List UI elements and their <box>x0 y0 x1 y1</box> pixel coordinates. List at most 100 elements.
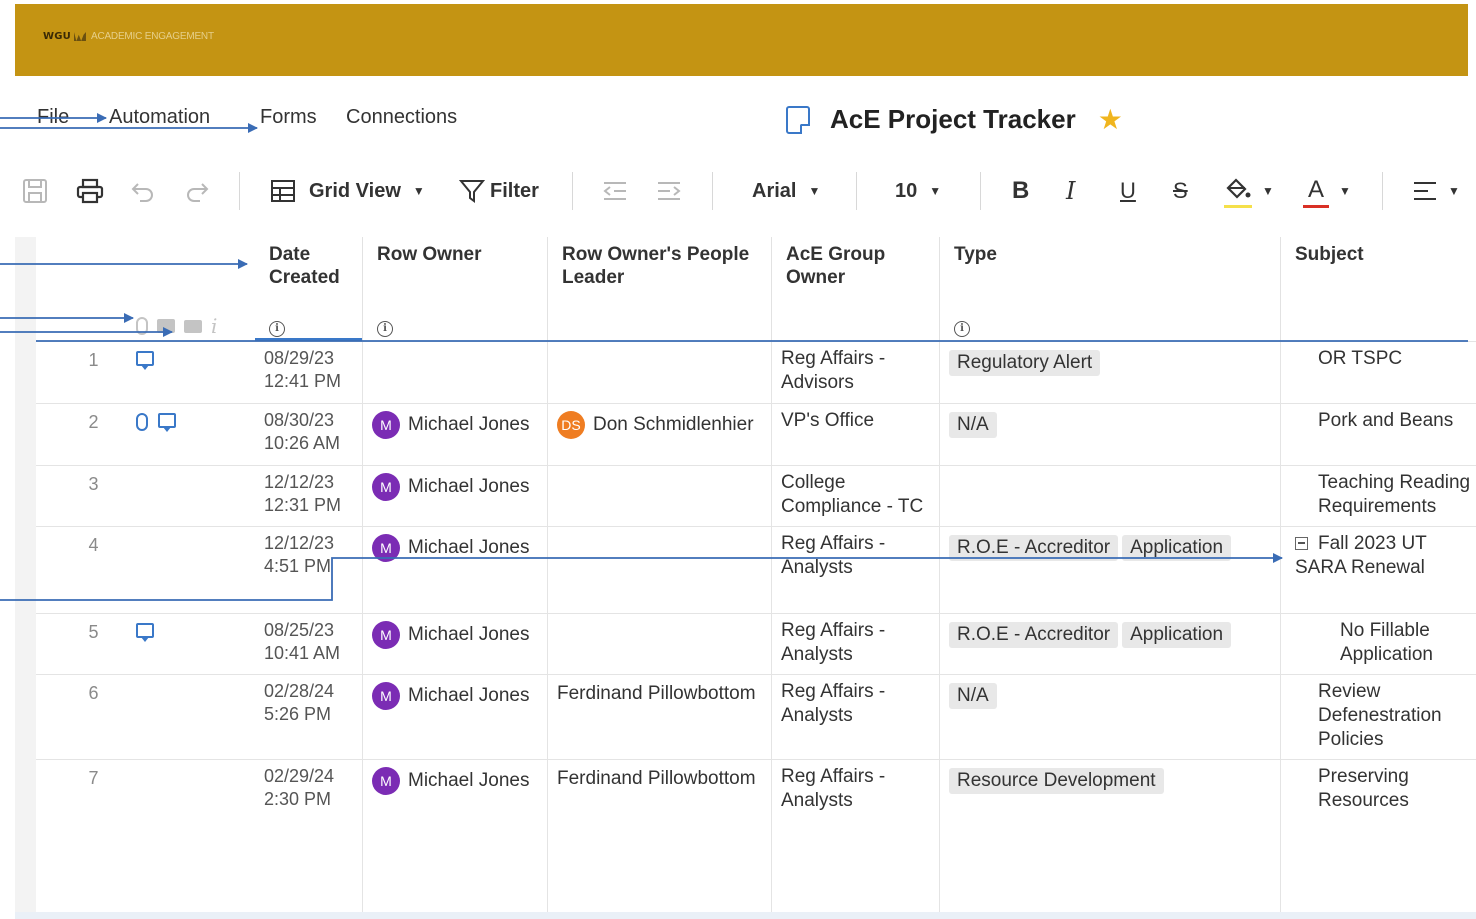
indent-button[interactable] <box>656 168 682 214</box>
contact-chip[interactable]: M Michael Jones <box>372 621 538 649</box>
text-color-button[interactable]: A ▼ <box>1303 168 1351 214</box>
bold-button[interactable]: B <box>1012 168 1029 214</box>
align-button[interactable]: ▼ <box>1412 168 1460 214</box>
font-family-select[interactable]: Arial ▼ <box>752 168 820 214</box>
cell-group-owner[interactable]: College Compliance - TC <box>772 466 940 526</box>
cell-date-created[interactable]: 12/12/23 12:31 PM <box>255 466 363 526</box>
redo-button[interactable] <box>184 168 210 214</box>
cell-date-created[interactable]: 08/25/23 10:41 AM <box>255 614 363 674</box>
menu-file[interactable]: File <box>37 106 69 129</box>
cell-row-owner[interactable]: M Michael Jones <box>363 527 548 613</box>
cell-row-owner[interactable] <box>363 342 548 403</box>
cell-date-created[interactable]: 02/29/24 2:30 PM <box>255 760 363 912</box>
column-header-row-owner[interactable]: Row Owner i <box>363 237 548 341</box>
cell-type[interactable]: R.O.E - Accreditor Application <box>940 527 1281 613</box>
comment-column-icon[interactable] <box>157 319 175 333</box>
row-number[interactable]: 1 <box>36 350 151 371</box>
cell-subject[interactable]: Teaching Reading Requirements <box>1281 466 1476 526</box>
cell-group-owner[interactable]: Reg Affairs - Analysts <box>772 527 940 613</box>
cell-date-created[interactable]: 08/29/23 12:41 PM <box>255 342 363 403</box>
contact-chip[interactable]: M Michael Jones <box>372 767 538 795</box>
cell-people-leader[interactable]: DS Don Schmidlenhier <box>548 404 772 465</box>
cell-date-created[interactable]: 02/28/24 5:26 PM <box>255 675 363 759</box>
print-button[interactable] <box>76 168 104 214</box>
cell-type[interactable] <box>940 466 1281 526</box>
comment-icon[interactable] <box>136 623 154 642</box>
cell-people-leader[interactable] <box>548 342 772 403</box>
italic-button[interactable]: I <box>1066 168 1075 214</box>
comment-icon[interactable] <box>158 413 176 432</box>
fill-color-button[interactable]: ▼ <box>1224 168 1274 214</box>
table-row[interactable]: 7 02/29/24 2:30 PM M Michael Jones Ferdi… <box>36 759 1476 912</box>
strikethrough-button[interactable]: S <box>1173 168 1188 214</box>
underline-button[interactable]: U <box>1120 168 1136 214</box>
row-number[interactable]: 6 <box>36 683 151 704</box>
table-row[interactable]: 6 02/28/24 5:26 PM M Michael Jones Ferdi… <box>36 674 1476 759</box>
proofing-column-icon[interactable] <box>184 319 202 333</box>
cell-subject[interactable]: Fall 2023 UT SARA Renewal <box>1281 527 1476 613</box>
table-row[interactable]: 1 08/29/23 12:41 PM Reg Affairs - Adviso… <box>36 341 1476 403</box>
info-icon[interactable]: i <box>377 321 393 337</box>
cell-subject[interactable]: Review Defenestration Policies <box>1281 675 1476 759</box>
info-column-icon[interactable]: i <box>211 314 217 338</box>
cell-type[interactable]: Resource Development <box>940 760 1281 912</box>
info-icon[interactable]: i <box>269 321 285 337</box>
outdent-button[interactable] <box>602 168 628 214</box>
cell-date-created[interactable]: 08/30/23 10:26 AM <box>255 404 363 465</box>
cell-people-leader[interactable]: Ferdinand Pillowbottom <box>548 675 772 759</box>
cell-row-owner[interactable]: M Michael Jones <box>363 404 548 465</box>
filter-button[interactable]: Filter <box>459 168 539 214</box>
font-size-select[interactable]: 10 ▼ <box>895 168 941 214</box>
table-row[interactable]: 5 08/25/23 10:41 AM M Michael Jones Reg … <box>36 613 1476 674</box>
column-header-subject[interactable]: Subject <box>1281 237 1476 341</box>
cell-subject[interactable]: No Fillable Application <box>1281 614 1476 674</box>
contact-chip[interactable]: M Michael Jones <box>372 682 538 710</box>
column-header-people-leader[interactable]: Row Owner's People Leader <box>548 237 772 341</box>
contact-chip[interactable]: M Michael Jones <box>372 534 538 562</box>
contact-chip[interactable]: M Michael Jones <box>372 411 538 439</box>
menu-connections[interactable]: Connections <box>346 106 457 129</box>
cell-group-owner[interactable]: Reg Affairs - Analysts <box>772 675 940 759</box>
cell-people-leader[interactable] <box>548 527 772 613</box>
grid-view-dropdown[interactable]: Grid View ▼ <box>270 168 425 214</box>
menu-automation[interactable]: Automation <box>109 106 210 129</box>
attachment-icon[interactable] <box>136 413 148 431</box>
cell-type[interactable]: R.O.E - Accreditor Application <box>940 614 1281 674</box>
row-number[interactable]: 4 <box>36 535 151 556</box>
cell-row-owner[interactable]: M Michael Jones <box>363 760 548 912</box>
column-header-type[interactable]: Type i <box>940 237 1281 341</box>
cell-people-leader[interactable]: Ferdinand Pillowbottom <box>548 760 772 912</box>
cell-people-leader[interactable] <box>548 466 772 526</box>
cell-people-leader[interactable] <box>548 614 772 674</box>
table-row[interactable]: 4 12/12/23 4:51 PM M Michael Jones Reg A… <box>36 526 1476 613</box>
column-header-date-created[interactable]: Date Created i <box>255 237 363 341</box>
comment-icon[interactable] <box>136 351 154 370</box>
cell-group-owner[interactable]: Reg Affairs - Advisors <box>772 342 940 403</box>
cell-subject[interactable]: Pork and Beans <box>1281 404 1476 465</box>
column-header-group-owner[interactable]: AcE Group Owner <box>772 237 940 341</box>
contact-chip[interactable]: DS Don Schmidlenhier <box>557 411 762 439</box>
cell-date-created[interactable]: 12/12/23 4:51 PM <box>255 527 363 613</box>
cell-type[interactable]: Regulatory Alert <box>940 342 1281 403</box>
collapse-row-icon[interactable] <box>1295 537 1308 550</box>
cell-type[interactable]: N/A <box>940 675 1281 759</box>
contact-chip[interactable]: M Michael Jones <box>372 473 538 501</box>
cell-group-owner[interactable]: Reg Affairs - Analysts <box>772 760 940 912</box>
cell-subject[interactable]: Preserving Resources <box>1281 760 1476 912</box>
attachment-column-icon[interactable] <box>136 317 148 335</box>
menu-forms[interactable]: Forms <box>260 106 317 129</box>
info-icon[interactable]: i <box>954 321 970 337</box>
cell-group-owner[interactable]: VP's Office <box>772 404 940 465</box>
undo-button[interactable] <box>130 168 156 214</box>
favorite-star-icon[interactable]: ★ <box>1098 105 1123 134</box>
cell-type[interactable]: N/A <box>940 404 1281 465</box>
row-number[interactable]: 2 <box>36 412 151 433</box>
cell-subject[interactable]: OR TSPC <box>1281 342 1476 403</box>
horizontal-scrollbar[interactable] <box>15 912 1476 919</box>
table-row[interactable]: 2 08/30/23 10:26 AM M Michael Jones DS D… <box>36 403 1476 465</box>
cell-row-owner[interactable]: M Michael Jones <box>363 614 548 674</box>
row-number[interactable]: 5 <box>36 622 151 643</box>
row-number[interactable]: 7 <box>36 768 151 789</box>
sheet-title[interactable]: AcE Project Tracker <box>830 104 1076 135</box>
table-row[interactable]: 3 12/12/23 12:31 PM M Michael Jones Coll… <box>36 465 1476 526</box>
